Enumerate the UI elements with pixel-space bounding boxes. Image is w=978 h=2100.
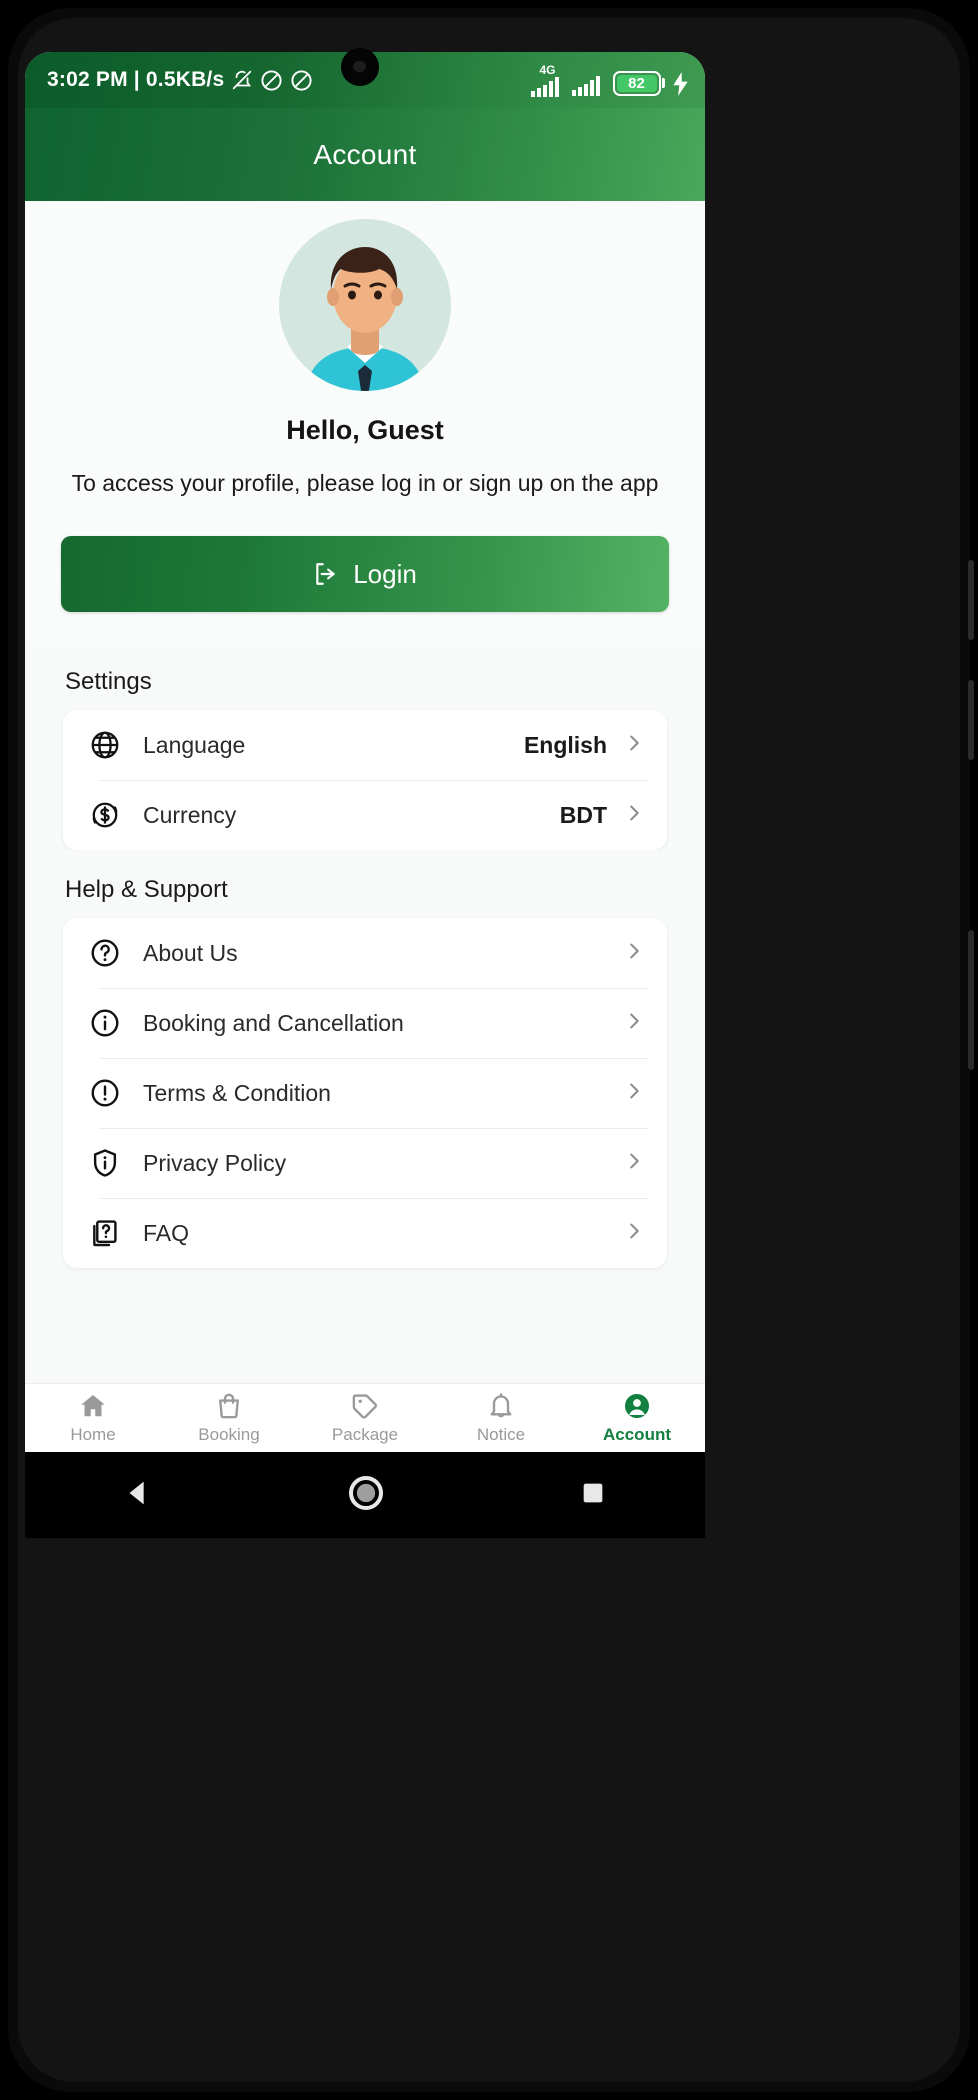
nav-item-label: Account xyxy=(603,1425,671,1444)
app-body: Hello, Guest To access your profile, ple… xyxy=(25,201,705,1383)
nav-item-label: Booking xyxy=(198,1425,260,1444)
bag-icon xyxy=(219,1393,239,1419)
help-row-faq[interactable]: FAQ xyxy=(63,1198,667,1268)
settings-row-currency[interactable]: Currency BDT xyxy=(63,780,667,850)
status-bar-right: 4G 82 xyxy=(530,62,690,97)
status-clock: 3:02 PM | 0.5KB/s xyxy=(47,68,225,91)
profile-subtitle: To access your profile, please log in or… xyxy=(71,470,659,496)
profile-section: Hello, Guest To access your profile, ple… xyxy=(25,201,705,643)
page-title: Account xyxy=(313,138,417,170)
chevron-right-icon xyxy=(623,732,645,759)
network-type-group: 4G xyxy=(530,62,565,97)
currency-icon xyxy=(89,799,133,831)
camera-lens xyxy=(353,61,366,72)
do-not-disturb-icon xyxy=(261,69,282,91)
square-recents-icon[interactable] xyxy=(577,1477,609,1514)
chevron-right-icon xyxy=(623,1080,645,1107)
signal-bars-icon xyxy=(571,75,600,96)
nav-item-account[interactable]: Account xyxy=(569,1384,705,1452)
nav-item-home[interactable]: Home xyxy=(25,1384,161,1452)
settings-card: Language English Currency BDT xyxy=(63,710,667,851)
user-avatar-icon xyxy=(279,219,451,391)
chevron-right-icon xyxy=(623,1150,645,1177)
volume-up-button[interactable] xyxy=(968,560,974,640)
help-heading: Help & Support xyxy=(25,850,705,919)
help-row-privacy-policy[interactable]: Privacy Policy xyxy=(63,1128,667,1198)
shield-info-icon xyxy=(89,1147,133,1179)
camera-punch-hole xyxy=(341,48,379,86)
settings-row-label: Language xyxy=(143,731,246,758)
exclamation-circle-icon xyxy=(89,1077,133,1109)
chevron-right-icon xyxy=(623,940,645,967)
settings-row-label: Currency xyxy=(143,801,237,828)
help-row-label: FAQ xyxy=(143,1219,190,1246)
nav-item-label: Notice xyxy=(476,1425,526,1444)
help-card: About Us Booking and Cancellation Terms … xyxy=(63,918,667,1269)
phone-screen: 3:02 PM | 0.5KB/s 4G 82 Account Hello, G… xyxy=(25,52,705,1452)
bottom-nav: Home Booking Package Notice Account xyxy=(25,1383,705,1452)
bell-muted-icon xyxy=(233,70,252,90)
help-row-label: Terms & Condition xyxy=(143,1079,331,1106)
body-bottom-spacer xyxy=(25,1268,705,1308)
chevron-right-icon xyxy=(623,1010,645,1037)
login-button[interactable]: Login xyxy=(61,536,669,613)
triangle-back-icon[interactable] xyxy=(121,1476,155,1515)
help-row-booking-cancellation[interactable]: Booking and Cancellation xyxy=(63,988,667,1058)
android-system-nav xyxy=(25,1452,705,1538)
settings-row-value: BDT xyxy=(559,801,607,828)
battery-cap xyxy=(662,78,665,88)
nav-item-package[interactable]: Package xyxy=(297,1384,433,1452)
battery-indicator: 82 xyxy=(612,70,665,96)
app-bar: Account xyxy=(25,108,705,201)
status-bar-left: 3:02 PM | 0.5KB/s xyxy=(47,68,313,92)
chevron-right-icon xyxy=(623,1220,645,1247)
account-icon xyxy=(625,1394,649,1418)
tag-icon xyxy=(352,1394,377,1419)
phone-frame: 3:02 PM | 0.5KB/s 4G 82 Account Hello, G… xyxy=(0,0,978,2100)
settings-row-language[interactable]: Language English xyxy=(63,710,667,780)
nav-item-label: Home xyxy=(70,1425,116,1444)
settings-heading: Settings xyxy=(25,642,705,711)
settings-row-value: English xyxy=(523,731,607,758)
bell-icon xyxy=(490,1393,512,1418)
battery-percent-label: 82 xyxy=(628,74,645,92)
do-not-disturb-icon xyxy=(291,69,312,91)
nav-item-label: Package xyxy=(331,1425,399,1444)
help-row-terms-condition[interactable]: Terms & Condition xyxy=(63,1058,667,1128)
faq-icon xyxy=(89,1217,133,1249)
battery-body: 82 xyxy=(612,70,661,96)
signal-bars-icon xyxy=(530,76,559,97)
login-button-label: Login xyxy=(353,558,417,589)
home-icon xyxy=(81,1395,105,1417)
greeting-text: Hello, Guest xyxy=(286,415,444,445)
avatar xyxy=(279,219,451,391)
nav-item-notice[interactable]: Notice xyxy=(433,1384,569,1452)
volume-down-button[interactable] xyxy=(968,680,974,760)
help-row-label: About Us xyxy=(143,939,238,966)
question-circle-icon xyxy=(89,937,133,969)
nav-item-booking[interactable]: Booking xyxy=(161,1384,297,1452)
chevron-right-icon xyxy=(623,802,645,829)
login-arrow-icon xyxy=(316,563,335,586)
battery-fill: 82 xyxy=(616,74,657,92)
globe-icon xyxy=(89,729,133,761)
info-circle-icon xyxy=(89,1007,133,1039)
power-button[interactable] xyxy=(968,930,974,1070)
network-type-label: 4G xyxy=(539,62,556,77)
help-row-label: Privacy Policy xyxy=(143,1149,287,1176)
charging-bolt-icon xyxy=(673,71,688,96)
help-row-about-us[interactable]: About Us xyxy=(63,918,667,988)
help-row-label: Booking and Cancellation xyxy=(143,1009,404,1036)
circle-home-icon[interactable] xyxy=(346,1473,386,1518)
